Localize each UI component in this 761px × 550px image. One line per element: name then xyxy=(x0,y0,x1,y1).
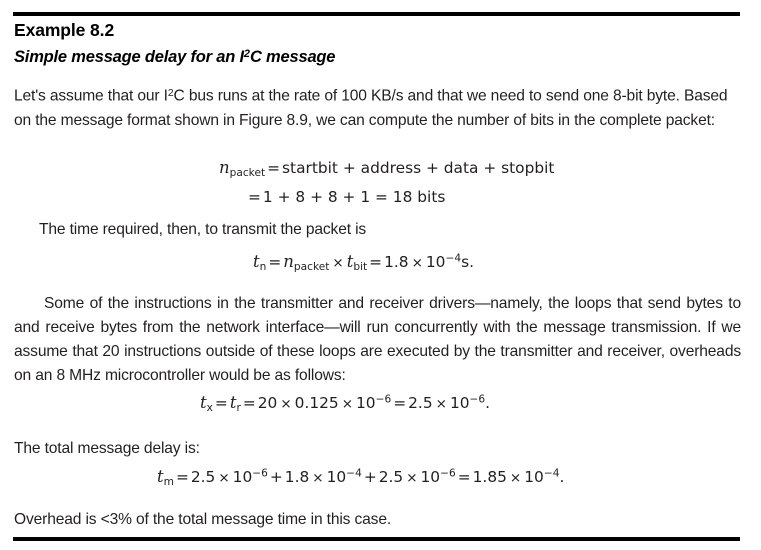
equation-tm-period: . xyxy=(559,468,565,486)
equation-tx-result-exponent: −6 xyxy=(469,393,486,406)
equation-tm-times-2: × xyxy=(312,470,324,486)
equation-tn-exponent: −4 xyxy=(445,252,462,265)
example-box: Example 8.2 Simple message delay for an … xyxy=(0,0,761,550)
equation-tx-times-1: × xyxy=(280,396,292,412)
equation-tm-plus-1: + xyxy=(269,468,283,486)
equation-tm-term3-base: 10 xyxy=(420,468,441,486)
equation-packet-value-equals: = xyxy=(248,188,261,206)
equation-tm-term1-exponent: −6 xyxy=(252,467,268,480)
some-instructions-paragraph: Some of the instructions in the transmit… xyxy=(14,292,741,388)
equation-tx-lhs1-variable: t xyxy=(200,393,207,412)
equation-tm-term2-mantissa: 1.8 xyxy=(284,468,310,486)
equation-tm-term1-mantissa: 2.5 xyxy=(190,468,216,486)
equation-tn-equals-2: = xyxy=(369,253,383,271)
equation-tn-times-2: × xyxy=(411,255,423,271)
equation-tx-lhs1-subscript: x xyxy=(206,401,213,414)
equation-tm-term3-exponent: −6 xyxy=(440,467,456,480)
equation-tx-equals-2: = xyxy=(242,394,256,412)
equation-tn-lhs-variable: t xyxy=(253,252,260,271)
equation-tx-factor2: 0.125 xyxy=(294,394,339,412)
equation-tm-plus-2: + xyxy=(363,468,377,486)
equation-tn-equals-1: = xyxy=(268,253,282,271)
equation-tm-lhs-variable: t xyxy=(157,467,164,486)
overhead-conclusion-line: Overhead is <3% of the total message tim… xyxy=(14,511,392,528)
equation-tm-times-1: × xyxy=(218,470,230,486)
equation-tn-times: × xyxy=(332,255,344,271)
equation-tn-term2-subscript: bit xyxy=(353,260,368,273)
equation-tm-term2-base: 10 xyxy=(326,468,347,486)
equation-packet-lhs-subscript: packet xyxy=(229,166,266,179)
equation-tx-factor1: 20 xyxy=(257,394,278,412)
equation-tx-result-base: 10 xyxy=(449,394,470,412)
equation-tm-equals-1: = xyxy=(175,468,189,486)
subtitle-text-before: Simple message delay for an I xyxy=(14,48,244,66)
equation-tn: tn = npacket × tbit = 1.8 × 10−4s. xyxy=(253,252,474,273)
equation-tx-period: . xyxy=(485,394,491,412)
intro-part1: Let's assume that our I xyxy=(14,87,168,105)
total-delay-line: The total message delay is: xyxy=(14,440,200,457)
equation-tn-base: 10 xyxy=(425,253,446,271)
equation-packet-rhs: startbit + address + data + stopbit xyxy=(282,159,555,177)
top-divider-rule xyxy=(13,12,740,16)
equation-tm-result-exponent: −4 xyxy=(543,467,560,480)
equation-tx-base: 10 xyxy=(356,394,376,412)
equation-packet-equals: = xyxy=(267,159,281,177)
equation-tx-exponent: −6 xyxy=(375,393,392,406)
equation-tx-times-3: × xyxy=(435,396,447,412)
equation-tn-unit: s. xyxy=(461,253,475,271)
equation-packet-value-rhs: 1 + 8 + 8 + 1 = 18 bits xyxy=(262,188,446,206)
equation-tm: tm = 2.5 × 10−6 +1.8 × 10−4 +2.5 × 10−6 = 1.85 × 10−4. xyxy=(157,467,564,488)
equation-tx-result-mantissa: 2.5 xyxy=(408,394,433,412)
equation-tm-result-base: 10 xyxy=(524,468,544,486)
equation-tm-equals-2: = xyxy=(457,468,471,486)
equation-tx-times-2: × xyxy=(341,396,354,412)
equation-tm-times-4: × xyxy=(509,470,522,486)
equation-tm-times-3: × xyxy=(406,470,418,486)
equation-tm-term3-mantissa: 2.5 xyxy=(378,468,404,486)
example-title: Example 8.2 xyxy=(14,20,115,40)
bottom-divider-rule xyxy=(13,537,740,541)
equation-tn-mantissa: 1.8 xyxy=(384,253,409,271)
equation-tm-result-mantissa: 1.85 xyxy=(472,468,507,486)
equation-tm-term2-exponent: −4 xyxy=(346,467,362,480)
equation-tm-term1-base: 10 xyxy=(232,468,253,486)
equation-packet-definition: npacket = startbit + address + data + stop… xyxy=(219,158,554,179)
subtitle-text-after: C message xyxy=(249,48,336,66)
equation-tx-equals-3: = xyxy=(393,394,407,412)
equation-packet-value: = 1 + 8 + 8 + 1 = 18 bits xyxy=(246,187,445,206)
equation-tm-lhs-subscript: m xyxy=(163,475,174,488)
example-subtitle: Simple message delay for an I2C message xyxy=(14,48,335,67)
equation-tx-equals-1: = xyxy=(214,394,228,412)
equation-packet-lhs-variable: n xyxy=(219,158,230,177)
intro-paragraph: Let's assume that our I2C bus runs at th… xyxy=(14,82,741,133)
equation-tn-term1-subscript: packet xyxy=(293,260,330,273)
equation-tn-term1-variable: n xyxy=(283,252,294,271)
equation-tx-tr: tx = tr = 20 × 0.125 × 10−6 = 2.5 × 10−6. xyxy=(200,393,490,414)
some-instructions-text: Some of the instructions in the transmit… xyxy=(14,295,741,384)
time-required-line: The time required, then, to transmit the… xyxy=(39,221,367,238)
